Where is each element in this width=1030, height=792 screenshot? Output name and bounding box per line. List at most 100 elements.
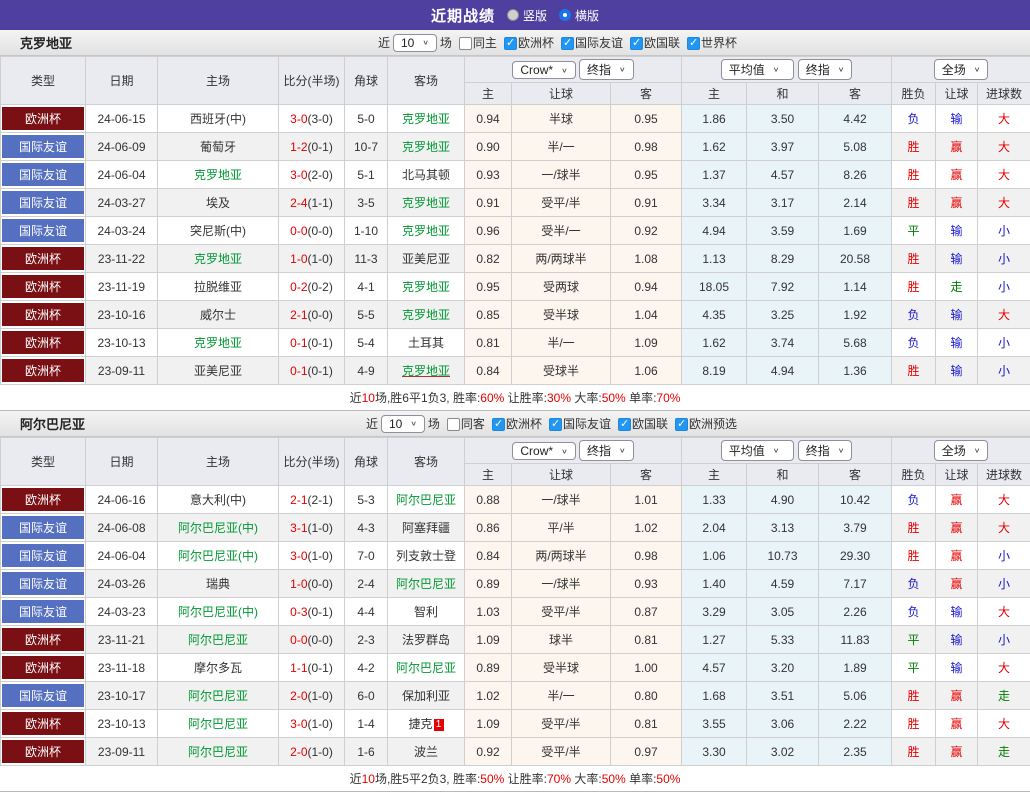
odds-home: 1.09 <box>465 626 512 654</box>
away-team-cell: 阿尔巴尼亚 <box>388 486 465 514</box>
avg-draw: 3.25 <box>747 301 819 329</box>
league-checkbox[interactable] <box>687 37 700 50</box>
radio-icon[interactable] <box>507 9 519 21</box>
average-select[interactable]: 平均值∨ <box>721 440 795 461</box>
home-team-link[interactable]: 葡萄牙 <box>200 140 236 154</box>
league-cell: 欧洲杯 <box>1 654 86 682</box>
recent-count-select[interactable]: 10 ∨ <box>393 34 437 52</box>
avg-home: 4.94 <box>682 217 747 245</box>
away-team-link[interactable]: 亚美尼亚 <box>402 252 450 266</box>
away-team-link[interactable]: 北马其顿 <box>402 168 450 182</box>
away-team-link[interactable]: 保加利亚 <box>402 689 450 703</box>
result-goals-value: 大 <box>998 661 1010 675</box>
final-odds-select[interactable]: 终指∨ <box>579 59 634 80</box>
league-filter[interactable]: 欧国联 <box>618 415 668 432</box>
match-date: 24-03-24 <box>86 217 158 245</box>
fullmatch-select[interactable]: 全场∨ <box>934 59 989 80</box>
home-team-link[interactable]: 阿尔巴尼亚 <box>188 717 248 731</box>
league-checkbox[interactable] <box>492 418 505 431</box>
home-team-link[interactable]: 瑞典 <box>206 577 230 591</box>
home-team-link[interactable]: 西班牙(中) <box>190 112 246 126</box>
result-handicap: 输 <box>936 626 978 654</box>
same-venue-filter[interactable]: 同主 <box>459 34 497 51</box>
away-team-link[interactable]: 土耳其 <box>408 336 444 350</box>
away-team-link[interactable]: 智利 <box>414 605 438 619</box>
radio-vertical-layout[interactable]: 竖版 <box>507 7 547 24</box>
league-checkbox[interactable] <box>630 37 643 50</box>
home-team-link[interactable]: 阿尔巴尼亚 <box>188 745 248 759</box>
league-filter[interactable]: 欧洲杯 <box>504 34 554 51</box>
radio-horizontal-layout[interactable]: 横版 <box>559 7 599 24</box>
avg-home: 4.35 <box>682 301 747 329</box>
same-venue-checkbox[interactable] <box>459 37 472 50</box>
league-checkbox[interactable] <box>549 418 562 431</box>
away-team-link[interactable]: 克罗地亚 <box>402 308 450 322</box>
bookmaker-select[interactable]: Crow*∨ <box>512 442 575 460</box>
away-team-link[interactable]: 列支敦士登 <box>396 549 456 563</box>
summary-segment: 场,胜5平2负3, 胜率: <box>375 770 480 787</box>
col-header-home: 主场 <box>158 438 279 486</box>
away-team-link[interactable]: 阿尔巴尼亚 <box>396 577 456 591</box>
league-filter[interactable]: 欧洲杯 <box>492 415 542 432</box>
odds-home: 1.03 <box>465 598 512 626</box>
away-team-link[interactable]: 阿尔巴尼亚 <box>396 493 456 507</box>
recent-count-select[interactable]: 10 ∨ <box>381 415 425 433</box>
away-team-cell: 克罗地亚 <box>388 301 465 329</box>
league-filter[interactable]: 世界杯 <box>687 34 737 51</box>
away-team-link[interactable]: 克罗地亚 <box>402 140 450 154</box>
league-filter[interactable]: 国际友谊 <box>549 415 611 432</box>
score-cell: 3-0(2-0) <box>279 161 345 189</box>
away-team-link[interactable]: 波兰 <box>414 745 438 759</box>
away-team-link[interactable]: 阿塞拜疆 <box>402 521 450 535</box>
league-checkbox[interactable] <box>618 418 631 431</box>
away-team-link[interactable]: 克罗地亚 <box>402 280 450 294</box>
home-team-link[interactable]: 克罗地亚 <box>194 252 242 266</box>
result-outcome-value: 负 <box>908 112 920 126</box>
home-team-link[interactable]: 阿尔巴尼亚 <box>188 689 248 703</box>
league-checkbox[interactable] <box>675 418 688 431</box>
odds-away: 0.87 <box>611 598 682 626</box>
home-team-link[interactable]: 拉脱维亚 <box>194 280 242 294</box>
final-odds-select[interactable]: 终指∨ <box>798 440 853 461</box>
away-team-link[interactable]: 克罗地亚 <box>402 364 450 378</box>
same-venue-filter[interactable]: 同客 <box>447 415 485 432</box>
away-team-link[interactable]: 克罗地亚 <box>402 112 450 126</box>
home-team-link[interactable]: 埃及 <box>206 196 230 210</box>
home-team-link[interactable]: 亚美尼亚 <box>194 364 242 378</box>
league-filter[interactable]: 欧国联 <box>630 34 680 51</box>
average-select[interactable]: 平均值∨ <box>721 59 795 80</box>
league-filter[interactable]: 国际友谊 <box>561 34 623 51</box>
bookmaker-select[interactable]: Crow*∨ <box>512 61 575 79</box>
home-team-link[interactable]: 克罗地亚 <box>194 168 242 182</box>
away-team-link[interactable]: 捷克 <box>408 717 432 731</box>
away-team-link[interactable]: 克罗地亚 <box>402 224 450 238</box>
league-checkbox[interactable] <box>504 37 517 50</box>
home-team-link[interactable]: 威尔士 <box>200 308 236 322</box>
league-checkbox[interactable] <box>561 37 574 50</box>
league-cell: 国际友谊 <box>1 217 86 245</box>
home-team-link[interactable]: 突尼斯(中) <box>190 224 246 238</box>
home-team-link[interactable]: 阿尔巴尼亚 <box>188 633 248 647</box>
odds-away: 0.97 <box>611 738 682 766</box>
final-odds-select[interactable]: 终指∨ <box>579 440 634 461</box>
radio-icon[interactable] <box>559 9 571 21</box>
match-row: 欧洲杯23-10-16威尔士2-1(0-0)5-5克罗地亚0.85受半球1.04… <box>1 301 1030 329</box>
home-team-link[interactable]: 摩尔多瓦 <box>194 661 242 675</box>
average-dropdowns: 平均值∨ 终指∨ <box>682 57 892 83</box>
home-team-link[interactable]: 阿尔巴尼亚(中) <box>178 549 258 563</box>
corners-cell: 7-0 <box>345 542 388 570</box>
home-team-link[interactable]: 克罗地亚 <box>194 336 242 350</box>
home-team-link[interactable]: 阿尔巴尼亚(中) <box>178 605 258 619</box>
away-team-link[interactable]: 克罗地亚 <box>402 196 450 210</box>
odds-away: 1.00 <box>611 654 682 682</box>
away-team-link[interactable]: 法罗群岛 <box>402 633 450 647</box>
home-team-link[interactable]: 阿尔巴尼亚(中) <box>178 521 258 535</box>
league-cell: 欧洲杯 <box>1 710 86 738</box>
home-team-link[interactable]: 意大利(中) <box>190 493 246 507</box>
same-venue-checkbox[interactable] <box>447 418 460 431</box>
final-odds-select[interactable]: 终指∨ <box>798 59 853 80</box>
away-team-link[interactable]: 阿尔巴尼亚 <box>396 661 456 675</box>
league-cell: 国际友谊 <box>1 570 86 598</box>
fullmatch-select[interactable]: 全场∨ <box>934 440 989 461</box>
league-filter[interactable]: 欧洲预选 <box>675 415 737 432</box>
